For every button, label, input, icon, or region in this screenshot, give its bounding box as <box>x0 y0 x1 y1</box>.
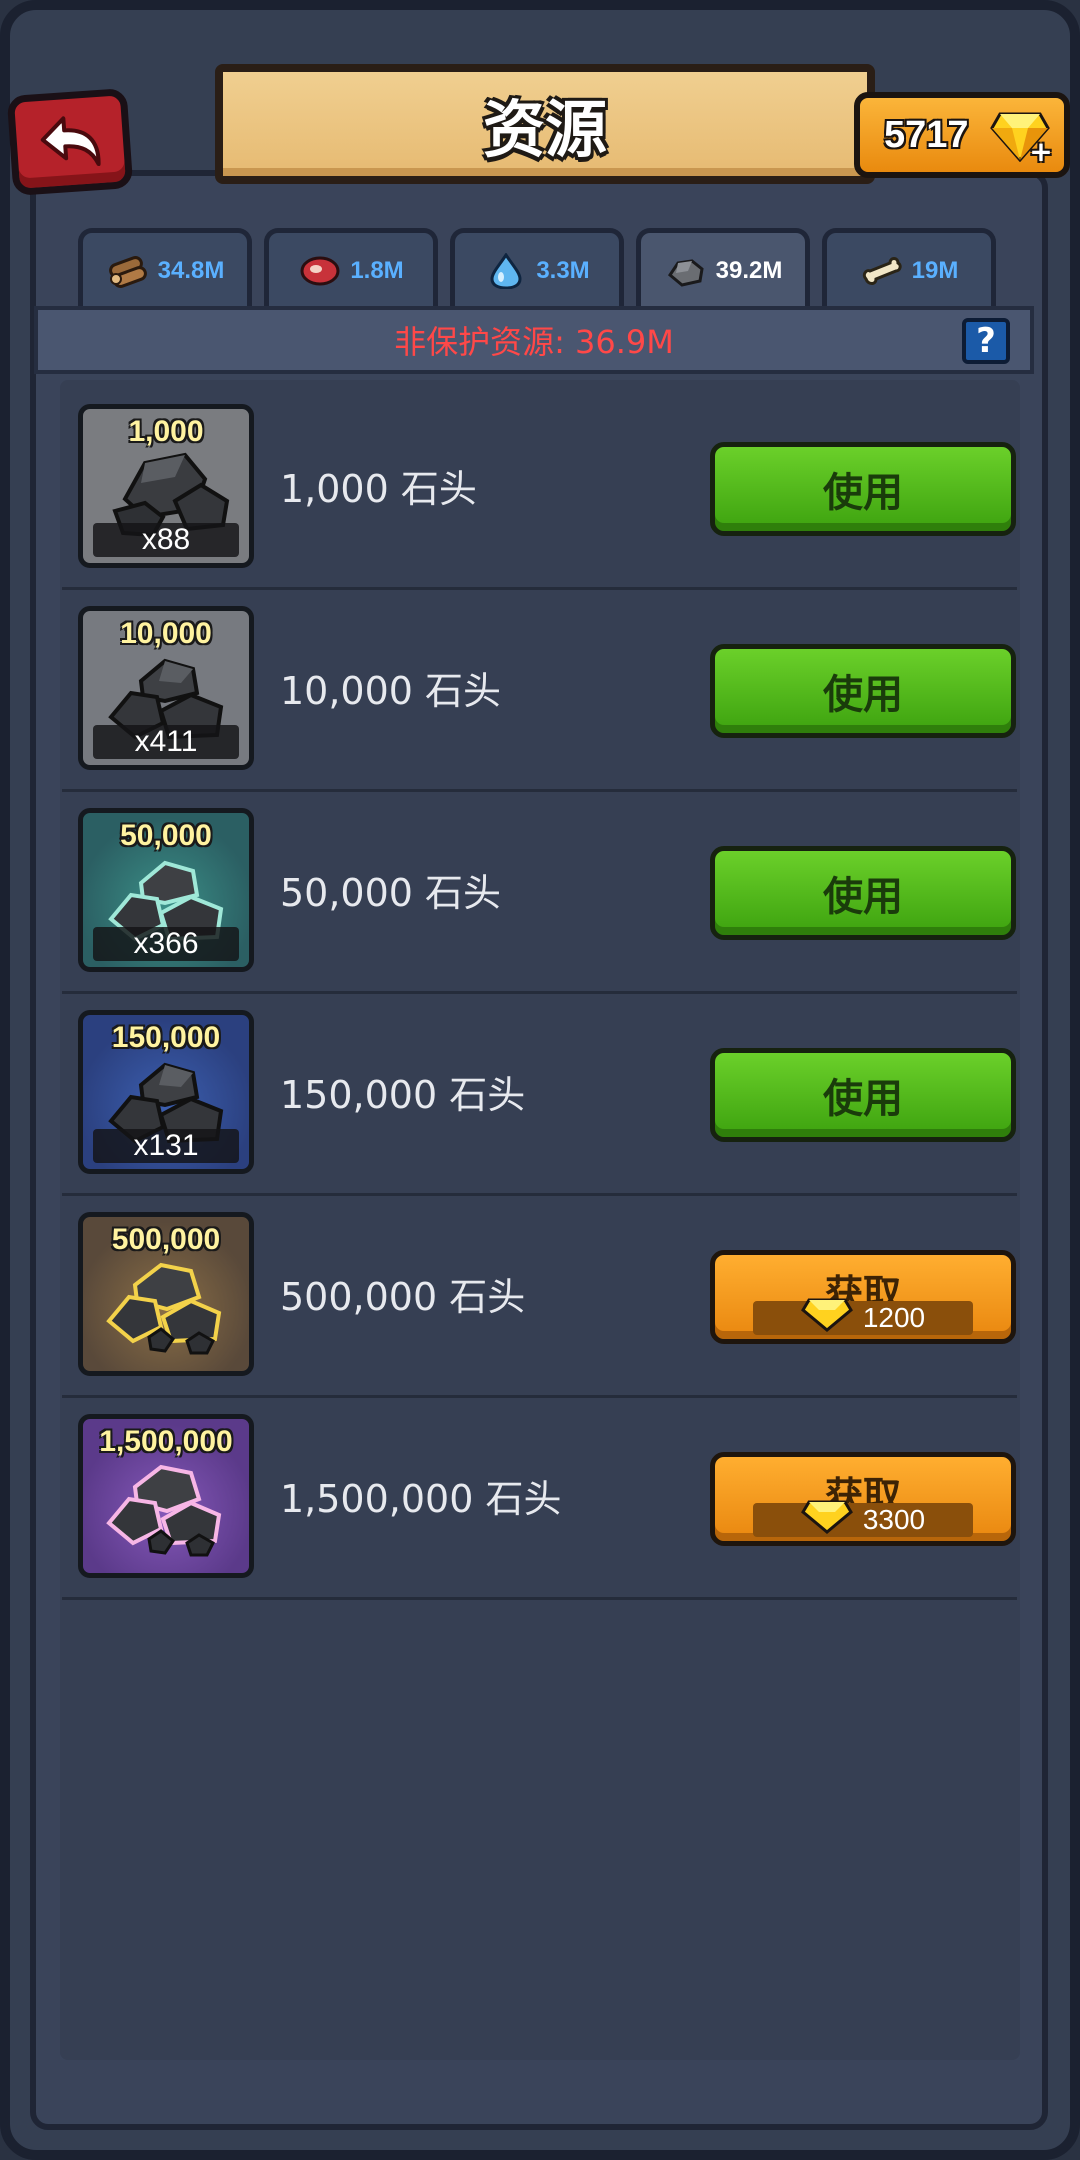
help-button[interactable]: ? <box>962 318 1010 364</box>
item-name: 500,000 石头 <box>280 1275 526 1319</box>
list-item: 1,500,000 1,500,000 石头 获取 3300 <box>62 1398 1017 1600</box>
item-thumbnail: 10,000 x411 <box>78 606 254 770</box>
item-thumbnail: 150,000 x131 <box>78 1010 254 1174</box>
back-arrow-icon <box>40 116 101 167</box>
item-owned-count: x88 <box>93 523 239 557</box>
item-thumbnail: 1,500,000 <box>78 1414 254 1578</box>
meat-icon <box>298 253 342 289</box>
tab-wood[interactable]: 34.8M <box>78 228 252 308</box>
item-thumbnail: 50,000 x366 <box>78 808 254 972</box>
tab-amount: 1.8M <box>350 256 404 284</box>
tab-amount: 34.8M <box>157 256 225 284</box>
item-pack-amount: 500,000 <box>111 1223 221 1256</box>
gem-count: 5717 <box>884 113 969 156</box>
item-pack-amount: 50,000 <box>120 819 212 852</box>
stone-icon <box>664 253 708 289</box>
item-pack-amount: 1,500,000 <box>99 1425 233 1458</box>
item-name: 10,000 石头 <box>280 669 502 713</box>
title-banner: 资源 <box>215 64 875 184</box>
tab-meat[interactable]: 1.8M <box>264 228 438 308</box>
use-button[interactable]: 使用 <box>710 644 1016 738</box>
item-thumbnail: 500,000 <box>78 1212 254 1376</box>
unprotected-resources-bar: 非保护资源: 36.9M ? <box>34 306 1034 374</box>
tab-water[interactable]: 3.3M <box>450 228 624 308</box>
gem-price: 1200 <box>862 1302 926 1333</box>
list-item: 500,000 500,000 石头 获取 1200 <box>62 1196 1017 1398</box>
list-item: 150,000 x131 150,000 石头 使用 <box>62 994 1017 1196</box>
tab-amount: 3.3M <box>536 256 590 284</box>
item-name: 150,000 石头 <box>280 1073 526 1117</box>
get-button[interactable]: 获取 1200 <box>710 1250 1016 1344</box>
tab-amount: 19M <box>911 256 959 284</box>
page-title: 资源 <box>482 93 607 166</box>
gem-icon <box>800 1298 853 1332</box>
item-pack-amount: 1,000 <box>128 415 204 448</box>
item-pack-amount: 150,000 <box>111 1021 221 1054</box>
get-button[interactable]: 获取 3300 <box>710 1452 1016 1546</box>
use-button[interactable]: 使用 <box>710 1048 1016 1142</box>
resource-tabs: 34.8M 1.8M 3.3M 39.2M 19M <box>78 228 998 308</box>
back-button[interactable] <box>6 87 134 197</box>
stone-pile-icon <box>106 1262 222 1355</box>
gem-price: 3300 <box>862 1504 926 1535</box>
gem-icon <box>800 1500 853 1534</box>
item-owned-count: x366 <box>93 927 239 961</box>
list-item: 1,000 x88 1,000 石头 使用 <box>62 388 1017 590</box>
price-tag: 1200 <box>753 1298 973 1335</box>
item-thumbnail: 1,000 x88 <box>78 404 254 568</box>
add-gems-icon[interactable]: + <box>1026 138 1056 168</box>
stone-pile-icon <box>106 1464 222 1557</box>
water-drop-icon <box>484 252 528 289</box>
tab-amount: 39.2M <box>715 256 783 284</box>
item-name: 1,000 石头 <box>280 467 477 511</box>
item-owned-count: x411 <box>93 725 239 759</box>
price-tag: 3300 <box>753 1500 973 1537</box>
list-item: 50,000 x366 50,000 石头 使用 <box>62 792 1017 994</box>
item-pack-amount: 10,000 <box>120 617 212 650</box>
tab-stone[interactable]: 39.2M <box>636 228 810 308</box>
bone-icon <box>860 253 904 289</box>
item-owned-count: x131 <box>93 1129 239 1163</box>
use-button[interactable]: 使用 <box>710 846 1016 940</box>
wood-log-icon <box>106 253 150 289</box>
use-button[interactable]: 使用 <box>710 442 1016 536</box>
item-name: 50,000 石头 <box>280 871 502 915</box>
unprotected-resources-label: 非保护资源: 36.9M <box>394 323 674 361</box>
tab-bone[interactable]: 19M <box>822 228 996 308</box>
item-name: 1,500,000 石头 <box>280 1477 562 1521</box>
gem-counter[interactable]: 5717 + <box>854 92 1070 178</box>
list-item: 10,000 x411 10,000 石头 使用 <box>62 590 1017 792</box>
